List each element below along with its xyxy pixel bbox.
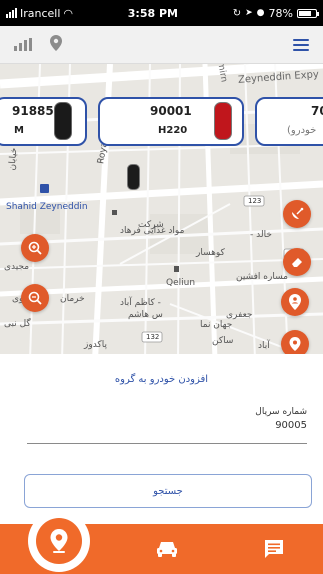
map-label: جهان نما <box>200 320 233 330</box>
map-label: س هاشم <box>128 310 163 320</box>
vehicle-model: M <box>14 125 24 136</box>
vehicle-card[interactable]: 90001 H220 <box>98 97 244 146</box>
vehicle-model: H220 <box>158 125 188 136</box>
bottom-nav <box>0 510 323 574</box>
map-label: مواد غذایی فرهاد <box>120 226 185 236</box>
map-label: کاظم آباد - <box>120 298 161 308</box>
map-label: 123 <box>248 197 262 205</box>
map-label: گل نبی <box>4 319 31 329</box>
message-icon <box>265 540 283 558</box>
lock-rotation-icon: ↻ <box>232 7 242 19</box>
map-label: کوهسار <box>196 248 225 258</box>
location-pin-icon <box>50 529 68 553</box>
vehicle-plate: 70 <box>311 104 323 118</box>
eraser-icon[interactable] <box>283 248 311 276</box>
location-pin-icon[interactable] <box>50 34 62 55</box>
person-pin-icon[interactable] <box>281 288 309 316</box>
status-time: 3:58 PM <box>127 6 178 20</box>
serial-number-input[interactable]: 90005 <box>275 420 307 431</box>
satellite-dish-icon[interactable] <box>283 200 311 228</box>
map-poi-icon <box>174 266 179 272</box>
sheet-title: افزودن خودرو به گروه <box>114 374 209 385</box>
location-arrow-icon: ➤ <box>245 8 253 18</box>
map-label: Qeliun <box>166 278 196 288</box>
hamburger-menu-icon[interactable] <box>293 38 309 51</box>
map-label: پاکدوز <box>84 340 107 350</box>
car-icon <box>157 542 177 557</box>
vehicle-marker[interactable] <box>127 164 140 190</box>
map-poi-icon <box>112 210 117 215</box>
zoom-in-icon[interactable] <box>21 234 49 262</box>
vehicle-plate: 90001 <box>150 104 192 118</box>
map-label: خرمان <box>60 294 85 304</box>
map-label: آباد <box>258 341 270 351</box>
cell-signal-icon <box>6 8 17 18</box>
signal-bars-icon[interactable] <box>14 38 32 51</box>
battery-icon <box>296 8 319 18</box>
serial-number-underline <box>27 443 307 444</box>
car-icon <box>54 102 72 140</box>
car-icon <box>214 102 232 140</box>
serial-number-label: شماره سریال <box>255 407 307 417</box>
search-button[interactable]: جستجو <box>24 474 312 508</box>
alarm-icon: ● <box>256 8 265 18</box>
nav-item-vehicles[interactable] <box>154 538 180 560</box>
carrier-name: Irancell <box>20 6 61 20</box>
map-label: Shahid Zeyneddin <box>6 202 88 212</box>
zoom-out-icon[interactable] <box>21 284 49 312</box>
map-label: خیابان <box>7 147 20 171</box>
map-label: مجیدی <box>4 262 30 272</box>
battery-percent: 78% <box>268 6 293 20</box>
nav-item-map[interactable] <box>28 510 90 572</box>
vehicle-model: (خودرو <box>287 125 317 136</box>
vehicle-card[interactable]: 918850 M <box>0 97 87 146</box>
map-label: - خالد <box>250 230 272 240</box>
nav-item-messages[interactable] <box>261 538 287 560</box>
vehicle-card[interactable]: 70 (خودرو <box>255 97 323 146</box>
add-vehicle-sheet: افزودن خودرو به گروه شماره سریال 90005 ج… <box>0 354 323 529</box>
map-label: 132 <box>146 333 160 341</box>
top-bar <box>0 26 323 64</box>
wifi-icon: ◠ <box>63 6 74 20</box>
map-label: مساره افشین <box>236 272 288 282</box>
map-label: ساکن <box>212 336 234 346</box>
status-bar: Irancell ◠ 3:58 PM ↻ ➤ ● 78% <box>0 0 323 26</box>
map-label: جعفری <box>226 310 253 320</box>
